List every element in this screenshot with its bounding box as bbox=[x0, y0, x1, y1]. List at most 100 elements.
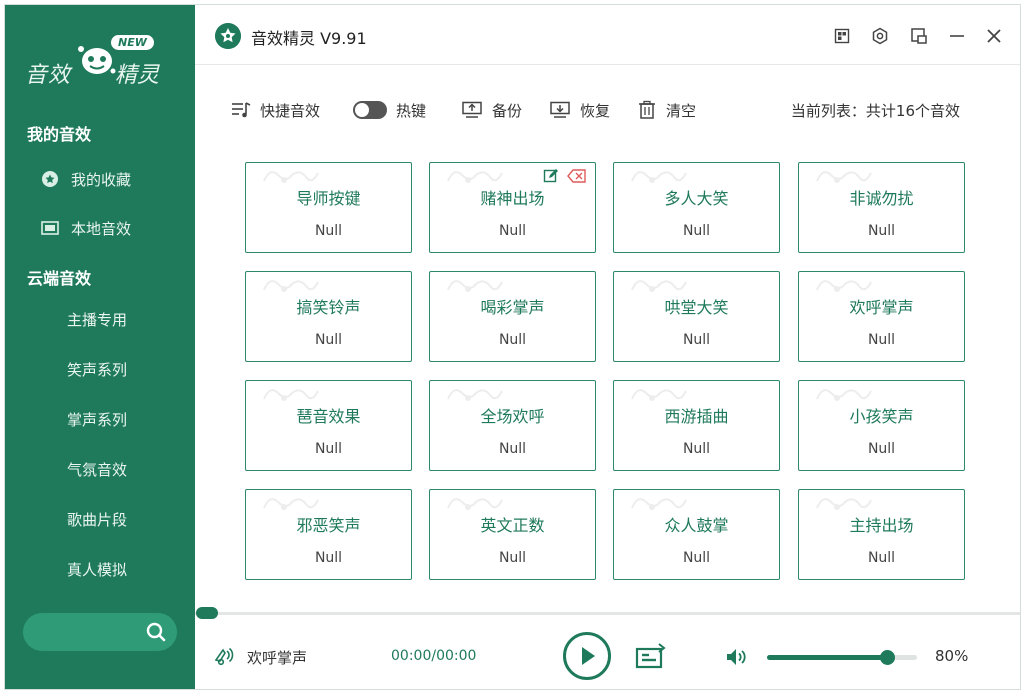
search-input[interactable] bbox=[37, 621, 137, 643]
sound-card-name: 小孩笑声 bbox=[849, 407, 914, 426]
sidebar-item-local[interactable]: 本地音效 bbox=[5, 208, 195, 248]
volume-icon[interactable] bbox=[725, 647, 749, 667]
sound-card-hotkey: Null bbox=[498, 441, 527, 457]
quick-sounds-button[interactable]: 快捷音效 bbox=[231, 95, 320, 125]
local-folder-icon bbox=[39, 217, 61, 239]
my-sounds-heading: 我的音效 bbox=[27, 125, 92, 144]
sound-card-hotkey: Null bbox=[682, 332, 711, 348]
sound-card[interactable]: 赌神出场 Null bbox=[429, 162, 596, 253]
app-title: 音效精灵 V9.91 bbox=[251, 29, 367, 48]
settings-button[interactable] bbox=[869, 25, 891, 47]
sound-card-name: 欢呼掌声 bbox=[849, 298, 914, 317]
logo-face-icon bbox=[78, 46, 116, 74]
playback-progress-track[interactable] bbox=[195, 612, 1020, 615]
sound-card-hotkey: Null bbox=[682, 441, 711, 457]
hotkey-label: 热键 bbox=[396, 101, 427, 120]
sound-card-hotkey: Null bbox=[314, 550, 343, 566]
search-icon[interactable] bbox=[145, 621, 167, 643]
logo-text-left: 音效 bbox=[25, 63, 72, 88]
sound-card-hotkey: Null bbox=[314, 332, 343, 348]
play-button[interactable] bbox=[563, 632, 611, 680]
app-icon bbox=[215, 23, 241, 49]
playback-time: 00:00/00:00 bbox=[391, 648, 477, 664]
sidebar-item-applause[interactable]: 掌声系列 bbox=[5, 399, 195, 439]
sound-card[interactable]: 非诚勿扰 Null bbox=[798, 162, 965, 253]
sound-card-name: 西游插曲 bbox=[664, 407, 729, 426]
sound-card[interactable]: 欢呼掌声 Null bbox=[798, 271, 965, 362]
restore-button[interactable]: 恢复 bbox=[549, 95, 610, 125]
clear-button[interactable]: 清空 bbox=[637, 95, 696, 125]
minimize-button[interactable] bbox=[946, 25, 968, 47]
sound-card-hotkey: Null bbox=[314, 441, 343, 457]
skin-icon bbox=[834, 28, 850, 44]
app-window: NEW 音效 精灵 我的音效 我的收藏 本地音效 云端音效 主播专用 笑声系列 … bbox=[4, 4, 1021, 690]
sound-card[interactable]: 琶音效果 Null bbox=[245, 380, 412, 471]
skin-button[interactable] bbox=[831, 25, 853, 47]
volume-slider-fill bbox=[767, 655, 887, 660]
sound-card-name: 邪恶笑声 bbox=[296, 516, 361, 535]
mini-mode-button[interactable] bbox=[908, 25, 930, 47]
sidebar-item-song-clips[interactable]: 歌曲片段 bbox=[5, 499, 195, 539]
sound-card-name: 全场欢呼 bbox=[480, 407, 545, 426]
sound-card-name: 琶音效果 bbox=[296, 407, 361, 426]
sound-card-hotkey: Null bbox=[867, 550, 896, 566]
sound-card[interactable]: 主持出场 Null bbox=[798, 489, 965, 580]
sound-card-name: 搞笑铃声 bbox=[296, 298, 361, 317]
logo-text-right: 精灵 bbox=[115, 63, 160, 88]
sidebar-item-atmosphere[interactable]: 气氛音效 bbox=[5, 449, 195, 489]
sound-card[interactable]: 全场欢呼 Null bbox=[429, 380, 596, 471]
sidebar-item-label: 我的收藏 bbox=[71, 170, 132, 189]
sound-card[interactable]: 小孩笑声 Null bbox=[798, 380, 965, 471]
hotkey-toggle[interactable]: 热键 bbox=[353, 95, 426, 125]
sound-card[interactable]: 喝彩掌声 Null bbox=[429, 271, 596, 362]
sound-card-name: 众人鼓掌 bbox=[664, 516, 729, 535]
sound-card-name: 导师按键 bbox=[296, 189, 361, 208]
delete-icon[interactable] bbox=[567, 168, 587, 184]
sidebar-item-laughter[interactable]: 笑声系列 bbox=[5, 349, 195, 389]
restore-icon bbox=[550, 101, 570, 118]
sound-card[interactable]: 导师按键 Null bbox=[245, 162, 412, 253]
sound-card-name: 主持出场 bbox=[849, 516, 914, 535]
sound-card[interactable]: 众人鼓掌 Null bbox=[613, 489, 780, 580]
sound-card-hotkey: Null bbox=[867, 441, 896, 457]
sound-card-hotkey: Null bbox=[498, 223, 527, 239]
sound-card-hotkey: Null bbox=[498, 332, 527, 348]
sound-card[interactable]: 英文正数 Null bbox=[429, 489, 596, 580]
backup-button[interactable]: 备份 bbox=[461, 95, 522, 125]
sound-card[interactable]: 邪恶笑声 Null bbox=[245, 489, 412, 580]
play-mode-button[interactable] bbox=[635, 643, 667, 671]
cloud-sounds-heading: 云端音效 bbox=[27, 269, 92, 288]
favorite-icon bbox=[39, 168, 61, 190]
play-mode-icon bbox=[635, 643, 666, 669]
new-badge: NEW bbox=[111, 35, 154, 50]
sound-card-name: 哄堂大笑 bbox=[664, 298, 729, 317]
sound-card-hotkey: Null bbox=[682, 223, 711, 239]
sound-card-hotkey: Null bbox=[498, 550, 527, 566]
gear-icon bbox=[872, 27, 888, 45]
sound-card-name: 喝彩掌声 bbox=[480, 298, 545, 317]
volume-slider[interactable] bbox=[767, 650, 917, 665]
sidebar-item-favorites[interactable]: 我的收藏 bbox=[5, 159, 195, 199]
list-count-info: 当前列表：共计16个音效 bbox=[790, 101, 960, 120]
sidebar: NEW 音效 精灵 我的音效 我的收藏 本地音效 云端音效 主播专用 笑声系列 … bbox=[5, 5, 195, 689]
close-icon bbox=[987, 29, 1001, 43]
sidebar-item-streamer[interactable]: 主播专用 bbox=[5, 299, 195, 339]
mini-window-icon bbox=[911, 28, 927, 44]
sound-card[interactable]: 西游插曲 Null bbox=[613, 380, 780, 471]
playlist-icon bbox=[232, 102, 251, 118]
sound-card-hotkey: Null bbox=[682, 550, 711, 566]
sound-card-name: 赌神出场 bbox=[480, 189, 545, 208]
sidebar-item-human-voice[interactable]: 真人模拟 bbox=[5, 549, 195, 589]
sound-card[interactable]: 哄堂大笑 Null bbox=[613, 271, 780, 362]
restore-label: 恢复 bbox=[580, 101, 611, 120]
sound-card[interactable]: 搞笑铃声 Null bbox=[245, 271, 412, 362]
volume-slider-knob[interactable] bbox=[880, 650, 895, 665]
toggle-switch[interactable] bbox=[353, 101, 387, 119]
toolbar: 快捷音效 热键 备份 恢复 清空 当前列表：共计16个音效 bbox=[195, 95, 1020, 125]
edit-icon[interactable] bbox=[543, 168, 559, 184]
sound-card[interactable]: 多人大笑 Null bbox=[613, 162, 780, 253]
player-bar: 欢呼掌声 00:00/00:00 80% bbox=[195, 617, 1020, 689]
volume-value: 80% bbox=[935, 647, 969, 665]
sound-card-hotkey: Null bbox=[867, 223, 896, 239]
close-button[interactable] bbox=[983, 25, 1005, 47]
